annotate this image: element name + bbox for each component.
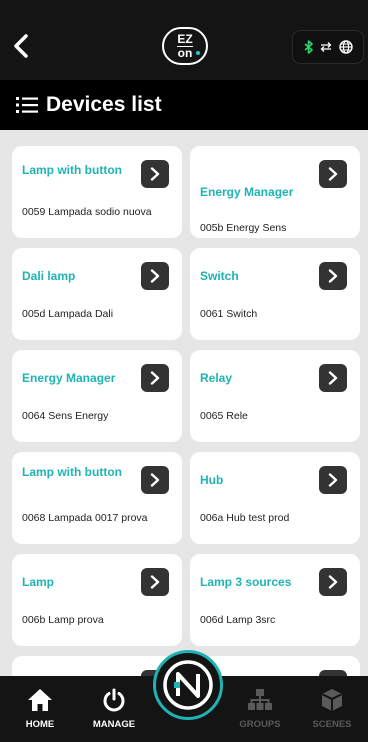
nav-scenes[interactable]: SCENES (302, 688, 362, 730)
device-name: 006d Lamp 3src (200, 614, 276, 626)
nav-home-label: HOME (25, 719, 55, 730)
chevron-right-icon (328, 167, 338, 181)
home-icon (28, 689, 52, 711)
nav-manage-label: MANAGE (92, 719, 136, 730)
device-card[interactable]: Energy Manager 005b Energy Sens (190, 146, 360, 238)
device-name: 0064 Sens Energy (22, 410, 109, 422)
power-icon (103, 688, 125, 712)
hierarchy-icon (248, 689, 272, 710)
device-name: 005b Energy Sens (200, 222, 287, 234)
device-card[interactable]: Energy Manager 0064 Sens Energy (12, 350, 182, 442)
device-type: Lamp with button (22, 465, 122, 479)
device-name: 0065 Rele (200, 410, 248, 422)
device-type: Energy Manager (200, 185, 294, 199)
connection-status[interactable] (292, 30, 364, 64)
device-type: Lamp 3 sources (200, 575, 292, 589)
open-device-button[interactable] (319, 160, 347, 188)
device-type: Relay (200, 371, 233, 385)
chevron-right-icon (150, 371, 160, 385)
open-device-button[interactable] (141, 364, 169, 392)
device-name: 005d Lampada Dali (22, 308, 114, 320)
main-action-button[interactable] (153, 650, 223, 720)
open-device-button[interactable] (319, 466, 347, 494)
globe-icon (338, 40, 353, 54)
bluetooth-icon (303, 40, 313, 54)
logo-text-bottom: on (177, 45, 193, 60)
logo-text-top: EZ (177, 31, 193, 46)
open-device-button[interactable] (141, 568, 169, 596)
top-bar: EZ on (0, 0, 368, 80)
chevron-right-icon (150, 575, 160, 589)
cube-icon (322, 689, 342, 711)
device-type: Hub (200, 473, 224, 487)
open-device-button[interactable] (141, 262, 169, 290)
nav-groups[interactable]: GROUPS (230, 688, 290, 730)
open-device-button[interactable] (319, 364, 347, 392)
device-name: 0068 Lampada 0017 prova (22, 512, 148, 524)
open-device-button[interactable] (319, 262, 347, 290)
open-device-button[interactable] (141, 160, 169, 188)
device-card[interactable]: Dali lamp 005d Lampada Dali (12, 248, 182, 340)
page-header: Devices list (0, 80, 368, 130)
chevron-right-icon (150, 167, 160, 181)
chevron-right-icon (328, 473, 338, 487)
ezon-logo: EZ on (162, 27, 208, 65)
chevron-right-icon (150, 269, 160, 283)
back-button[interactable] (6, 28, 36, 64)
open-device-button[interactable] (141, 466, 169, 494)
device-card[interactable]: Relay 0065 Rele (190, 350, 360, 442)
device-name: 006a Hub test prod (200, 512, 290, 524)
device-type: Lamp with button (22, 163, 122, 177)
page-title: Devices list (46, 93, 162, 116)
device-card[interactable]: Lamp 006b Lamp prova (12, 554, 182, 646)
chevron-right-icon (328, 371, 338, 385)
nav-home[interactable]: HOME (10, 688, 70, 730)
chevron-right-icon (328, 575, 338, 589)
chevron-right-icon (328, 269, 338, 283)
device-card[interactable]: Switch 0061 Switch (190, 248, 360, 340)
device-type: Switch (200, 269, 239, 283)
device-name: 0059 Lampada sodio nuova (22, 206, 152, 218)
device-card[interactable]: Hub 006a Hub test prod (190, 452, 360, 544)
nav-groups-label: GROUPS (239, 719, 281, 730)
device-name: 006b Lamp prova (22, 614, 104, 626)
nav-scenes-label: SCENES (312, 719, 352, 730)
device-card[interactable]: Lamp with button 0068 Lampada 0017 prova (12, 452, 182, 544)
device-card[interactable]: Lamp with button 0059 Lampada sodio nuov… (12, 146, 182, 238)
device-name: 0061 Switch (200, 308, 258, 320)
arrows-exchange-icon (320, 42, 331, 52)
device-type: Dali lamp (22, 269, 76, 283)
device-type: Lamp (22, 575, 55, 589)
ezon-power-logo-icon (163, 660, 213, 710)
device-card[interactable]: Lamp 3 sources 006d Lamp 3src (190, 554, 360, 646)
chevron-left-icon (14, 34, 28, 58)
open-device-button[interactable] (319, 568, 347, 596)
nav-manage[interactable]: MANAGE (84, 688, 144, 730)
device-type: Energy Manager (22, 371, 116, 385)
list-icon (16, 97, 38, 113)
chevron-right-icon (150, 473, 160, 487)
